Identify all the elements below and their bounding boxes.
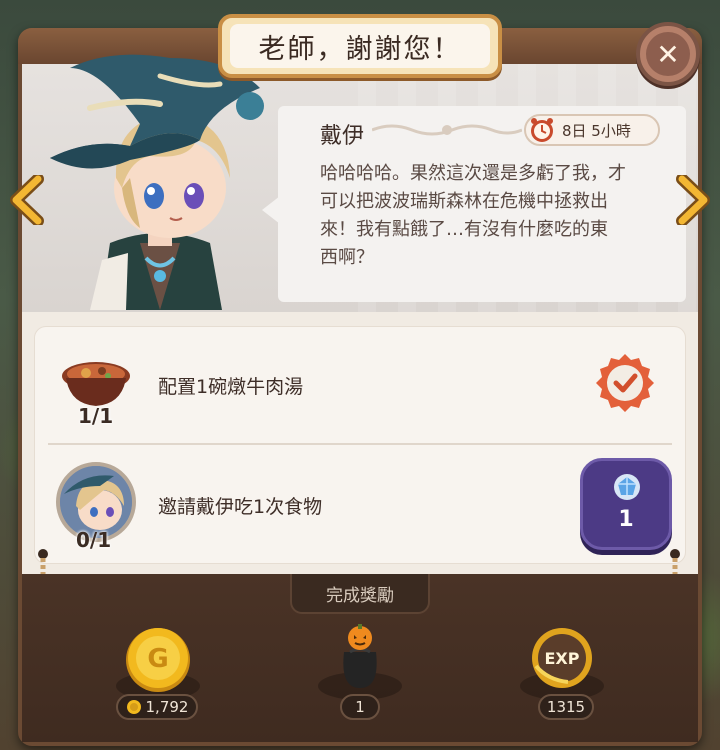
npc-name: 戴伊 [320,124,365,149]
svg-text:EXP: EXP [545,649,580,668]
chevron-left-icon [10,175,44,225]
dialog-title: 老師，謝謝您！ [258,33,462,65]
reward-item-pill: 1 [340,694,380,720]
pumpkin-bag-icon [343,624,377,688]
time-remaining-badge: 8日 5小時 [524,114,660,146]
completion-reward-tab: 完成獎勵 [290,574,430,614]
reward-gold-pill: 1,792 [116,694,198,720]
reward-exp-value: 1315 [546,698,586,716]
completion-reward-label: 完成獎勵 [326,585,394,606]
crystal-gem-icon [614,474,640,500]
gold-coin-icon: G [126,628,190,692]
close-icon: ✕ [646,32,690,76]
svg-text:G: G [147,644,168,674]
dialog-message: 哈哈哈哈。果然這次還是多虧了我，才 可以把波波瑞斯森林在危機中拯救出 來！我有點… [320,163,626,268]
close-button[interactable]: ✕ [636,22,700,86]
reward-exp-pill: 1315 [538,694,594,720]
task-label: 邀請戴伊吃1次食物 [158,496,323,518]
name-ornament [372,124,522,136]
small-coin-icon [126,700,141,714]
previous-character-button[interactable] [8,175,48,225]
task-progress: 0/1 [76,528,112,552]
chevron-right-icon [676,175,710,225]
task-reward-button[interactable]: 1 [580,458,672,550]
exp-icon: EXP [532,628,592,688]
task-label: 配置1碗燉牛肉湯 [158,376,304,398]
reward-gold-value: 1,792 [145,698,189,716]
next-character-button[interactable] [672,175,712,225]
alarm-clock-icon [531,118,553,142]
time-remaining-text: 8日 5小時 [562,121,631,140]
task-reward-value: 1 [618,507,634,532]
task-progress: 1/1 [78,404,114,428]
task-complete-check-icon [596,354,654,412]
reward-item-value: 1 [355,698,365,716]
task-divider [48,443,672,445]
beef-stew-icon [62,362,130,406]
dialog-title-banner: 老師，謝謝您！ [218,14,502,78]
